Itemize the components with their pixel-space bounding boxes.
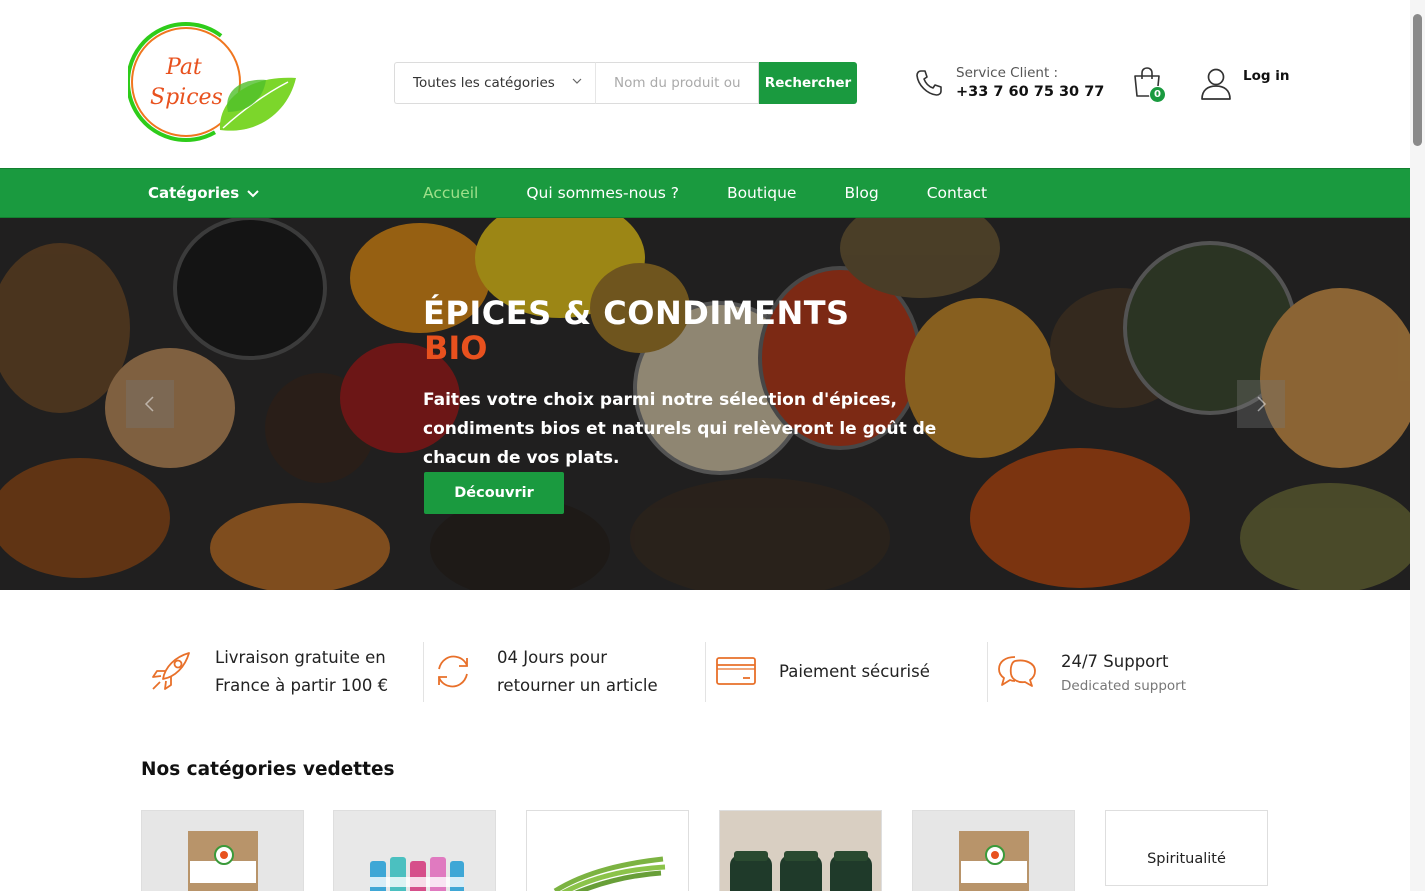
search-button[interactable]: Rechercher bbox=[759, 62, 857, 104]
feature-support: 24/7 Support Dedicated support bbox=[987, 640, 1269, 704]
main-nav: Catégories Accueil Qui sommes-nous ? Bou… bbox=[0, 168, 1410, 218]
features-bar: Livraison gratuite en France à partir 10… bbox=[141, 640, 1271, 704]
category-card[interactable] bbox=[912, 810, 1075, 891]
green-herb-image bbox=[527, 811, 688, 891]
hero-description: Faites votre choix parmi notre sélection… bbox=[423, 390, 937, 468]
rocket-icon bbox=[152, 652, 190, 690]
slider-prev-button[interactable] bbox=[126, 380, 174, 428]
category-label: Spiritualité bbox=[1147, 851, 1226, 867]
hero-highlight: BIO bbox=[424, 329, 488, 367]
nav-menu: Accueil Qui sommes-nous ? Boutique Blog … bbox=[423, 184, 1035, 202]
feature-returns: 04 Jours pour retourner un article bbox=[423, 640, 705, 704]
feature-line: France à partir 100 € bbox=[215, 676, 389, 695]
featured-categories-title: Nos catégories vedettes bbox=[141, 759, 395, 780]
page-scrollbar[interactable] bbox=[1410, 0, 1425, 891]
svg-text:Spices: Spices bbox=[150, 85, 223, 110]
category-card[interactable] bbox=[141, 810, 304, 891]
user-icon[interactable] bbox=[1199, 67, 1233, 101]
bottles-image bbox=[334, 811, 495, 891]
category-select-value: Toutes les catégories bbox=[413, 75, 555, 91]
chevron-down-icon bbox=[247, 190, 259, 198]
category-card[interactable] bbox=[333, 810, 496, 891]
feature-subtext: Dedicated support bbox=[1061, 678, 1187, 694]
site-header: Pat Spices Toutes les catégories Recherc… bbox=[0, 0, 1410, 168]
jars-image bbox=[720, 811, 881, 891]
service-phone[interactable]: +33 7 60 75 30 77 bbox=[956, 84, 1104, 100]
spice-bag-image bbox=[913, 811, 1074, 891]
feature-line: Livraison gratuite en bbox=[215, 648, 386, 667]
page: Pat Spices Toutes les catégories Recherc… bbox=[0, 0, 1410, 891]
scrollbar-thumb[interactable] bbox=[1413, 14, 1422, 146]
feature-line: 04 Jours pour bbox=[497, 648, 608, 667]
category-select[interactable]: Toutes les catégories bbox=[394, 62, 595, 104]
phone-icon bbox=[916, 70, 942, 96]
category-card-spiritualite[interactable]: Spiritualité bbox=[1105, 810, 1268, 886]
search-bar: Toutes les catégories Rechercher bbox=[394, 62, 857, 104]
hero-slider: ÉPICES & CONDIMENTS BIO Faites votre cho… bbox=[0, 218, 1410, 590]
cart-button[interactable]: 0 bbox=[1131, 66, 1167, 104]
discover-button[interactable]: Découvrir bbox=[424, 472, 564, 514]
nav-item-accueil[interactable]: Accueil bbox=[423, 184, 478, 202]
login-link[interactable]: Log in bbox=[1243, 68, 1289, 84]
search-input[interactable] bbox=[595, 62, 759, 104]
category-card[interactable] bbox=[526, 810, 689, 891]
feature-free-delivery: Livraison gratuite en France à partir 10… bbox=[141, 640, 411, 704]
hero-title: ÉPICES & CONDIMENTS bbox=[423, 294, 850, 332]
feature-line: Paiement sécurisé bbox=[779, 662, 930, 681]
nav-item-blog[interactable]: Blog bbox=[844, 184, 878, 202]
nav-item-qui-sommes-nous[interactable]: Qui sommes-nous ? bbox=[526, 184, 679, 202]
spice-bag-image bbox=[142, 811, 303, 891]
slider-next-button[interactable] bbox=[1237, 380, 1285, 428]
chevron-down-icon bbox=[572, 78, 582, 84]
nav-item-boutique[interactable]: Boutique bbox=[727, 184, 797, 202]
category-card[interactable] bbox=[719, 810, 882, 891]
svg-text:Pat: Pat bbox=[165, 55, 202, 80]
chevron-right-icon bbox=[1257, 396, 1267, 412]
refresh-icon bbox=[438, 655, 468, 688]
nav-item-contact[interactable]: Contact bbox=[927, 184, 987, 202]
feature-secure-payment: Paiement sécurisé bbox=[705, 640, 987, 704]
service-label: Service Client : bbox=[956, 65, 1059, 81]
credit-card-icon bbox=[716, 657, 756, 685]
categories-label: Catégories bbox=[148, 184, 240, 202]
categories-dropdown[interactable]: Catégories bbox=[148, 184, 259, 202]
customer-service: Service Client : +33 7 60 75 30 77 bbox=[956, 65, 1104, 100]
feature-line: retourner un article bbox=[497, 676, 658, 695]
feature-line: 24/7 Support bbox=[1061, 652, 1169, 671]
chat-icon bbox=[998, 656, 1036, 687]
chevron-left-icon bbox=[144, 396, 154, 412]
pat-spices-logo[interactable]: Pat Spices bbox=[126, 20, 298, 148]
cart-count-badge: 0 bbox=[1149, 86, 1166, 103]
